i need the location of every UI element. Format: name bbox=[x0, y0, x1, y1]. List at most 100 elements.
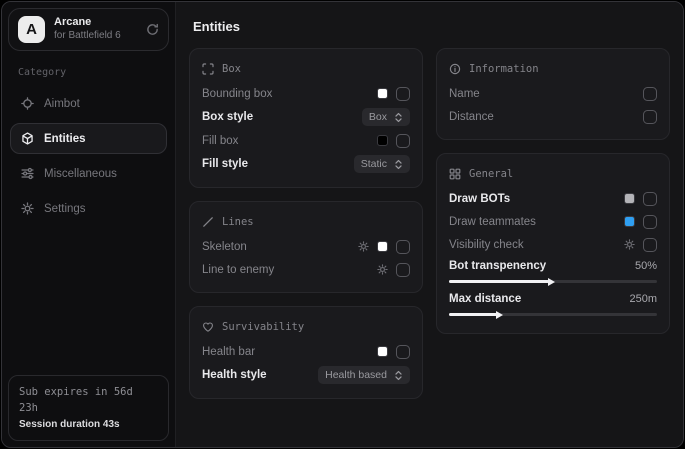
slider-fill bbox=[449, 280, 549, 283]
setting-row-name: Name bbox=[449, 82, 657, 105]
panel-survivability: Survivability Health bar Health style bbox=[189, 306, 423, 399]
name-checkbox[interactable] bbox=[643, 87, 657, 101]
gear-icon[interactable] bbox=[377, 264, 388, 275]
setting-row-draw-bots: Draw BOTs bbox=[449, 187, 657, 210]
sidebar: A Arcane for Battlefield 6 Category Aimb… bbox=[2, 2, 176, 447]
panel-general: General Draw BOTs Draw teammates bbox=[436, 153, 670, 334]
category-label: Category bbox=[18, 67, 159, 78]
brand-card: A Arcane for Battlefield 6 bbox=[8, 8, 169, 51]
sidebar-item-label: Aimbot bbox=[44, 98, 80, 110]
bounding-box-checkbox[interactable] bbox=[396, 87, 410, 101]
setting-row-box-style: Box style Box bbox=[202, 105, 410, 129]
fill-box-checkbox[interactable] bbox=[396, 134, 410, 148]
chevron-up-down-icon bbox=[394, 370, 403, 381]
app-logo: A bbox=[18, 16, 45, 43]
setting-row-distance: Distance bbox=[449, 105, 657, 128]
sidebar-item-entities[interactable]: Entities bbox=[10, 123, 167, 154]
dropdown-value: Health based bbox=[325, 369, 387, 381]
bot-transparency-slider[interactable] bbox=[449, 280, 657, 283]
color-swatch[interactable] bbox=[624, 193, 635, 204]
diagonal-line-icon bbox=[202, 216, 214, 228]
color-swatch[interactable] bbox=[377, 346, 388, 357]
sliders-icon bbox=[21, 167, 34, 180]
max-distance-slider[interactable] bbox=[449, 313, 657, 316]
setting-row-line-to-enemy: Line to enemy bbox=[202, 258, 410, 281]
setting-row-fill-box: Fill box bbox=[202, 129, 410, 152]
panel-title: Information bbox=[469, 63, 539, 75]
slider-thumb[interactable] bbox=[548, 278, 555, 286]
page-title: Entities bbox=[193, 19, 670, 34]
sidebar-item-aimbot[interactable]: Aimbot bbox=[10, 88, 167, 119]
dropdown-value: Box bbox=[369, 111, 387, 123]
skeleton-checkbox[interactable] bbox=[396, 240, 410, 254]
sidebar-item-settings[interactable]: Settings bbox=[10, 193, 167, 224]
unload-icon[interactable] bbox=[146, 23, 159, 36]
sidebar-item-label: Entities bbox=[44, 133, 86, 145]
gear-icon[interactable] bbox=[358, 241, 369, 252]
setting-label: Name bbox=[449, 88, 480, 100]
box-style-dropdown[interactable]: Box bbox=[362, 108, 410, 126]
app-window: A Arcane for Battlefield 6 Category Aimb… bbox=[1, 1, 684, 448]
slider-thumb[interactable] bbox=[496, 311, 503, 319]
box-corners-icon bbox=[202, 63, 214, 75]
panel-title: Box bbox=[222, 63, 241, 75]
grid-icon bbox=[449, 168, 461, 180]
color-swatch[interactable] bbox=[377, 135, 388, 146]
setting-row-health-bar: Health bar bbox=[202, 340, 410, 363]
cube-icon bbox=[21, 132, 34, 145]
crosshair-icon bbox=[21, 97, 34, 110]
fill-style-dropdown[interactable]: Static bbox=[354, 155, 410, 173]
panel-title: Lines bbox=[222, 216, 254, 228]
panel-lines: Lines Skeleton bbox=[189, 201, 423, 293]
setting-label: Bounding box bbox=[202, 88, 272, 100]
panel-box: Box Bounding box Box style Box bbox=[189, 48, 423, 188]
setting-label: Health style bbox=[202, 369, 267, 381]
panel-title: Survivability bbox=[222, 321, 304, 333]
setting-row-bounding-box: Bounding box bbox=[202, 82, 410, 105]
setting-label: Health bar bbox=[202, 346, 255, 358]
setting-label: Line to enemy bbox=[202, 264, 274, 276]
chevron-up-down-icon bbox=[394, 159, 403, 170]
setting-label: Fill style bbox=[202, 158, 248, 170]
session-duration: Session duration 43s bbox=[19, 417, 158, 433]
chevron-up-down-icon bbox=[394, 112, 403, 123]
setting-row-visibility-check: Visibility check bbox=[449, 233, 657, 256]
slider-fill bbox=[449, 313, 497, 316]
sidebar-item-miscellaneous[interactable]: Miscellaneous bbox=[10, 158, 167, 189]
health-bar-checkbox[interactable] bbox=[396, 345, 410, 359]
setting-label: Bot transpenency bbox=[449, 260, 546, 272]
sidebar-item-label: Miscellaneous bbox=[44, 168, 117, 180]
visibility-check-checkbox[interactable] bbox=[643, 238, 657, 252]
color-swatch[interactable] bbox=[377, 88, 388, 99]
setting-label: Skeleton bbox=[202, 241, 247, 253]
subscription-expiry: Sub expires in 56d 23h bbox=[19, 384, 158, 417]
panel-title: General bbox=[469, 168, 513, 180]
setting-label: Draw teammates bbox=[449, 216, 536, 228]
distance-checkbox[interactable] bbox=[643, 110, 657, 124]
setting-row-bot-transparency: Bot transpenency 50% bbox=[449, 256, 657, 289]
draw-bots-checkbox[interactable] bbox=[643, 192, 657, 206]
setting-row-health-style: Health style Health based bbox=[202, 363, 410, 387]
setting-label: Box style bbox=[202, 111, 253, 123]
setting-label: Fill box bbox=[202, 135, 238, 147]
draw-teammates-checkbox[interactable] bbox=[643, 215, 657, 229]
panel-information: Information Name Distance bbox=[436, 48, 670, 140]
app-name: Arcane bbox=[54, 16, 137, 30]
brand-text: Arcane for Battlefield 6 bbox=[54, 16, 137, 42]
line-to-enemy-checkbox[interactable] bbox=[396, 263, 410, 277]
app-subtitle: for Battlefield 6 bbox=[54, 30, 137, 43]
slider-value: 50% bbox=[635, 260, 657, 272]
gear-icon[interactable] bbox=[624, 239, 635, 250]
heart-icon bbox=[202, 321, 214, 333]
color-swatch[interactable] bbox=[624, 216, 635, 227]
setting-label: Visibility check bbox=[449, 239, 524, 251]
setting-label: Draw BOTs bbox=[449, 193, 510, 205]
setting-row-max-distance: Max distance 250m bbox=[449, 289, 657, 322]
slider-value: 250m bbox=[629, 293, 657, 305]
setting-row-skeleton: Skeleton bbox=[202, 235, 410, 258]
setting-row-draw-teammates: Draw teammates bbox=[449, 210, 657, 233]
color-swatch[interactable] bbox=[377, 241, 388, 252]
health-style-dropdown[interactable]: Health based bbox=[318, 366, 410, 384]
dropdown-value: Static bbox=[361, 158, 387, 170]
setting-row-fill-style: Fill style Static bbox=[202, 152, 410, 176]
